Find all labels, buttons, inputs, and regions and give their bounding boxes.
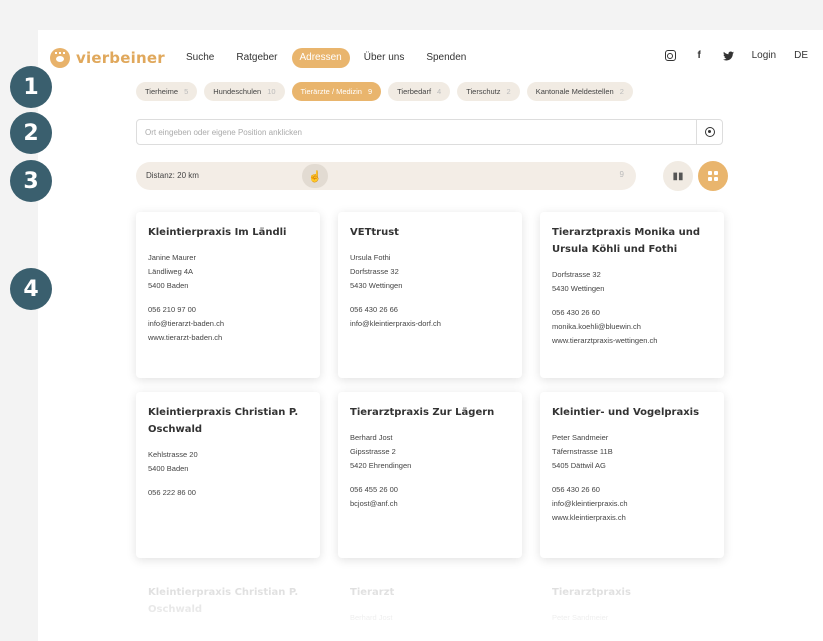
listing-address: Berhard Jost Gipsstrasse 2 5420 Ehrendin… xyxy=(350,433,412,470)
instagram-icon[interactable] xyxy=(664,50,676,61)
category-chip[interactable]: Kantonale Meldestellen 2 xyxy=(526,82,633,101)
website-link[interactable]: www.tierarztpraxis-wettingen.ch xyxy=(552,334,712,348)
category-chip[interactable]: Hundeschulen 10 xyxy=(204,82,285,101)
listing-card[interactable]: Kleintierpraxis Im Ländli Janine Maurer … xyxy=(136,212,320,378)
listing-card[interactable]: Tierarztpraxis Zur Lägern Berhard Jost G… xyxy=(338,392,522,558)
listing-title: Tierarztpraxis Zur Lägern xyxy=(350,407,495,418)
listing-address: Peter Sandmeier Täfernstrasse 11B 5405 D… xyxy=(552,433,613,470)
email-link[interactable]: info@kleintierpraxis-dorf.ch xyxy=(350,317,510,331)
logo[interactable]: vierbeiner xyxy=(50,46,165,70)
listing-card-faded[interactable]: Kleintierpraxis Christian P. Oschwald xyxy=(136,572,320,641)
email-link[interactable]: monika.koehli@bluewin.ch xyxy=(552,320,712,334)
listing-address: Peter Sandmeier xyxy=(552,613,609,622)
listing-address: Dorfstrasse 32 5430 Wettingen xyxy=(552,270,605,293)
listing-title: Tierarztpraxis Monika und Ursula Köhli u… xyxy=(552,227,701,255)
nav-item-ratgeber[interactable]: Ratgeber xyxy=(228,48,285,68)
category-chip-active[interactable]: Tierärzte / Medizin 9 xyxy=(291,82,382,101)
listing-title: Tierarzt xyxy=(350,587,395,598)
category-chip[interactable]: Tierbedarf 4 xyxy=(388,82,451,101)
category-chip[interactable]: Tierheime 5 xyxy=(136,82,198,101)
listing-contact: 056 430 26 66 info@kleintierpraxis-dorf.… xyxy=(350,303,510,331)
phone-link[interactable]: 056 222 86 00 xyxy=(148,486,308,500)
listing-card[interactable]: Kleintierpraxis Christian P. Oschwald Ke… xyxy=(136,392,320,558)
listing-address: Kehlstrasse 20 5400 Baden xyxy=(148,450,198,473)
listing-contact: 056 455 26 00 bcjost@anf.ch xyxy=(350,483,510,511)
listing-title: Kleintierpraxis Christian P. Oschwald xyxy=(148,587,299,615)
listing-contact: 056 222 86 00 xyxy=(148,486,308,500)
category-chip[interactable]: Tierschutz 2 xyxy=(457,82,520,101)
utility-nav: f Login DE xyxy=(664,50,808,61)
map-view-button[interactable]: ▮▮ xyxy=(663,161,693,191)
website-link[interactable]: www.tierarzt-baden.ch xyxy=(148,331,308,345)
website-link[interactable]: www.kleintierpraxis.ch xyxy=(552,511,712,525)
listing-card[interactable]: Kleintier- und Vogelpraxis Peter Sandmei… xyxy=(540,392,724,558)
step-badge-1: 1 xyxy=(10,66,52,108)
grid-view-button[interactable] xyxy=(698,161,728,191)
paw-logo-icon xyxy=(50,48,70,68)
phone-link[interactable]: 056 455 26 00 xyxy=(350,483,510,497)
page-panel: vierbeiner Suche Ratgeber Adressen Über … xyxy=(38,30,823,641)
slider-end-label: 9 xyxy=(619,170,624,179)
listing-card[interactable]: VETtrust Ursula Fothi Dorfstrasse 32 543… xyxy=(338,212,522,378)
email-link[interactable]: info@kleintierpraxis.ch xyxy=(552,497,712,511)
distance-label: Distanz: 20 km xyxy=(146,171,199,180)
listing-card[interactable]: Tierarztpraxis Monika und Ursula Köhli u… xyxy=(540,212,724,378)
listing-title: Kleintierpraxis Christian P. Oschwald xyxy=(148,407,299,435)
step-badge-2: 2 xyxy=(10,112,52,154)
listing-title: Tierarztpraxis xyxy=(552,587,631,598)
email-link[interactable]: info@tierarzt-baden.ch xyxy=(148,317,308,331)
nav-item-spenden[interactable]: Spenden xyxy=(418,48,474,68)
login-link[interactable]: Login xyxy=(752,50,776,61)
listing-contact: 056 430 26 60 info@kleintierpraxis.ch ww… xyxy=(552,483,712,525)
listing-address: Janine Maurer Ländliweg 4A 5400 Baden xyxy=(148,253,196,290)
step-badge-3: 3 xyxy=(10,160,52,202)
slider-handle[interactable]: ☝ xyxy=(302,164,328,188)
listing-contact: 056 210 97 00 info@tierarzt-baden.ch www… xyxy=(148,303,308,345)
language-switch[interactable]: DE xyxy=(794,50,808,61)
listing-title: VETtrust xyxy=(350,227,399,238)
listing-contact: 056 430 26 60 monika.koehli@bluewin.ch w… xyxy=(552,306,712,348)
locate-button[interactable] xyxy=(696,120,722,144)
crosshair-icon xyxy=(704,127,715,137)
listing-title: Kleintier- und Vogelpraxis xyxy=(552,407,700,418)
map-icon: ▮▮ xyxy=(672,170,684,182)
nav-item-suche[interactable]: Suche xyxy=(178,48,222,68)
phone-link[interactable]: 056 430 26 66 xyxy=(350,303,510,317)
nav-item-ueber-uns[interactable]: Über uns xyxy=(356,48,413,68)
listing-title: Kleintierpraxis Im Ländli xyxy=(148,227,287,238)
phone-link[interactable]: 056 430 26 60 xyxy=(552,306,712,320)
distance-slider[interactable]: Distanz: 20 km ☝ 9 xyxy=(136,162,636,190)
hand-pointer-icon: ☝ xyxy=(308,170,322,183)
listing-address: Ursula Fothi Dorfstrasse 32 5430 Wetting… xyxy=(350,253,403,290)
listing-card-faded[interactable]: Tierarzt Berhard Jost xyxy=(338,572,522,641)
email-link[interactable]: bcjost@anf.ch xyxy=(350,497,510,511)
grid-icon xyxy=(708,171,718,181)
logo-text: vierbeiner xyxy=(76,49,165,67)
top-navigation: vierbeiner Suche Ratgeber Adressen Über … xyxy=(38,46,823,70)
main-menu: Suche Ratgeber Adressen Über uns Spenden xyxy=(178,48,474,68)
category-filter: Tierheime 5 Hundeschulen 10 Tierärzte / Me… xyxy=(136,82,633,101)
nav-item-adressen[interactable]: Adressen xyxy=(291,48,350,68)
location-search xyxy=(136,119,723,145)
phone-link[interactable]: 056 430 26 60 xyxy=(552,483,712,497)
listing-grid: Kleintierpraxis Im Ländli Janine Maurer … xyxy=(136,212,736,641)
phone-link[interactable]: 056 210 97 00 xyxy=(148,303,308,317)
listing-address: Berhard Jost xyxy=(350,613,393,622)
twitter-icon[interactable] xyxy=(722,50,734,61)
step-badge-4: 4 xyxy=(10,268,52,310)
listing-card-faded[interactable]: Tierarztpraxis Peter Sandmeier xyxy=(540,572,724,641)
location-search-input[interactable] xyxy=(145,120,685,144)
facebook-icon[interactable]: f xyxy=(694,50,705,61)
